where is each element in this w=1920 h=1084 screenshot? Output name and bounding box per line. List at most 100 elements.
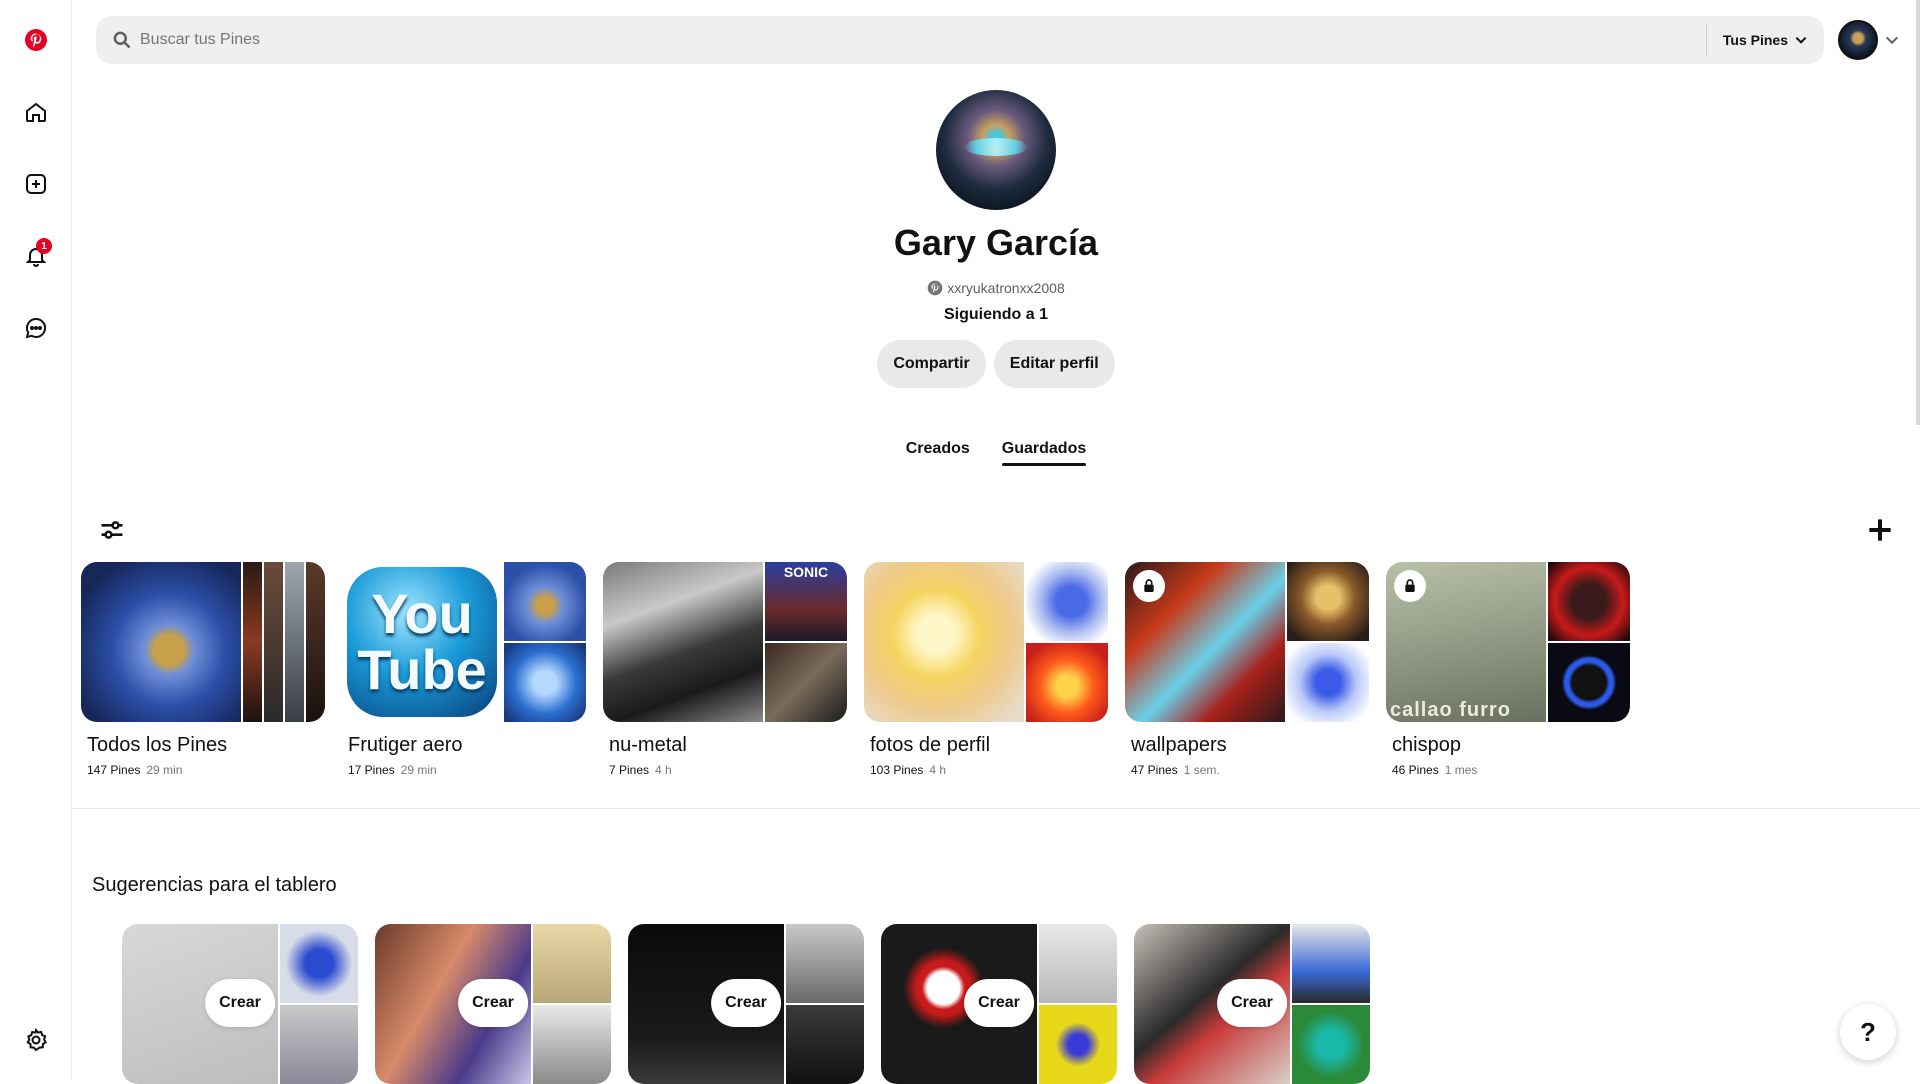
board-title: nu-metal xyxy=(609,734,687,756)
board-cover-image xyxy=(603,562,763,722)
create-board-button[interactable]: Crear xyxy=(711,979,781,1027)
board-cover: SONIC xyxy=(603,562,847,722)
board-updated-time: 4 h xyxy=(929,763,947,777)
private-lock-icon xyxy=(1394,570,1426,602)
board-cover xyxy=(1125,562,1369,722)
board-updated-time: 29 min xyxy=(146,763,183,777)
search-input[interactable] xyxy=(140,31,1706,49)
pinterest-small-icon xyxy=(927,280,943,296)
tab-created[interactable]: Creados xyxy=(906,432,970,466)
create-board-button[interactable]: Crear xyxy=(964,979,1034,1027)
board-pin-count: 7 Pines xyxy=(609,763,650,777)
section-divider xyxy=(72,808,1920,809)
private-lock-icon xyxy=(1133,570,1165,602)
board-meta: 17 Pines 29 min xyxy=(348,763,586,777)
search-bar: Tus Pines xyxy=(96,16,1824,64)
suggestions-title: Sugerencias para el tablero xyxy=(92,874,337,896)
home-icon[interactable] xyxy=(12,88,60,136)
suggestion-side xyxy=(1292,924,1370,1084)
board-cover-side xyxy=(1287,562,1369,722)
board-pin-count: 17 Pines xyxy=(348,763,395,777)
board-meta: 103 Pines 4 h xyxy=(870,763,1108,777)
board-title: Frutiger aero xyxy=(348,734,463,756)
edit-profile-button[interactable]: Editar perfil xyxy=(993,340,1115,388)
board-meta: 147 Pines 29 min xyxy=(87,763,325,777)
account-chevron-down-icon[interactable] xyxy=(1884,32,1900,48)
settings-icon[interactable] xyxy=(12,1016,60,1064)
search-icon xyxy=(113,31,131,49)
cover-callao-text: callao furro xyxy=(1390,699,1511,721)
boards-grid: Todos los Pines 147 Pines 29 min You Tube… xyxy=(81,562,1630,777)
board-card[interactable]: wallpapers 47 Pines 1 sem. xyxy=(1125,562,1369,777)
board-card[interactable]: SONIC nu-metal 7 Pines 4 h xyxy=(603,562,847,777)
board-card[interactable]: fotos de perfil 103 Pines 4 h xyxy=(864,562,1108,777)
board-cover-image xyxy=(864,562,1024,722)
board-pin-count: 103 Pines xyxy=(870,763,924,777)
create-board-button[interactable]: Crear xyxy=(205,979,275,1027)
suggestion-card[interactable]: Crear xyxy=(628,924,864,1084)
board-pin-count: 147 Pines xyxy=(87,763,141,777)
create-board-button[interactable]: Crear xyxy=(1217,979,1287,1027)
board-updated-time: 4 h xyxy=(655,763,672,777)
create-icon[interactable] xyxy=(12,160,60,208)
notification-badge: 1 xyxy=(36,238,52,254)
share-button[interactable]: Compartir xyxy=(877,340,986,388)
board-card[interactable]: callao furro chispop 46 Pines 1 mes xyxy=(1386,562,1630,777)
pins-scope-label: Tus Pines xyxy=(1722,32,1788,48)
pins-scope-dropdown[interactable]: Tus Pines xyxy=(1723,32,1808,48)
board-title: fotos de perfil xyxy=(870,734,991,756)
account-avatar[interactable] xyxy=(1838,20,1878,60)
board-cover-image xyxy=(81,562,241,722)
profile-handle: xxryukatronxx2008 xyxy=(947,280,1065,296)
board-title: Todos los Pines xyxy=(87,734,228,756)
board-cover xyxy=(864,562,1108,722)
cover-sonic-text: SONIC xyxy=(783,564,829,580)
board-title: chispop xyxy=(1392,734,1461,756)
board-suggestions: Crear Crear Crear Crear Crear xyxy=(122,924,1370,1084)
board-pin-count: 47 Pines xyxy=(1131,763,1178,777)
messages-icon[interactable] xyxy=(12,304,60,352)
board-pin-count: 46 Pines xyxy=(1392,763,1439,777)
board-card[interactable]: You Tube Frutiger aero 17 Pines 29 min xyxy=(342,562,586,777)
profile-handle-row: xxryukatronxx2008 xyxy=(72,280,1920,296)
suggestion-side xyxy=(280,924,358,1084)
search-divider xyxy=(1705,23,1707,57)
profile-actions: Compartir Editar perfil xyxy=(72,340,1920,388)
board-cover xyxy=(81,562,325,722)
board-cover-side: SONIC xyxy=(765,562,847,722)
profile-avatar xyxy=(936,90,1056,210)
board-cover-strips xyxy=(243,562,325,722)
pinterest-logo-icon[interactable] xyxy=(12,16,60,64)
suggestion-card[interactable]: Crear xyxy=(1134,924,1370,1084)
help-button[interactable]: ? xyxy=(1840,1004,1896,1060)
board-cover: callao furro xyxy=(1386,562,1630,722)
board-title: wallpapers xyxy=(1131,734,1227,756)
youtube-logo-image: You Tube xyxy=(347,567,497,717)
suggestion-card[interactable]: Crear xyxy=(122,924,358,1084)
board-meta: 7 Pines 4 h xyxy=(609,763,847,777)
create-board-button[interactable]: Crear xyxy=(458,979,528,1027)
board-updated-time: 1 sem. xyxy=(1183,763,1220,777)
profile-header: Gary García xxryukatronxx2008 Siguiendo … xyxy=(72,90,1920,466)
suggestion-side xyxy=(533,924,611,1084)
board-cover-side xyxy=(1548,562,1630,722)
filter-sliders-icon[interactable] xyxy=(98,516,126,544)
notifications-icon[interactable]: 1 xyxy=(12,232,60,280)
tab-saved[interactable]: Guardados xyxy=(1001,432,1087,466)
board-cover-side xyxy=(1026,562,1108,722)
board-updated-time: 1 mes xyxy=(1444,763,1478,777)
chevron-down-icon xyxy=(1795,36,1807,44)
suggestion-side xyxy=(786,924,864,1084)
board-updated-time: 29 min xyxy=(400,763,437,777)
suggestion-card[interactable]: Crear xyxy=(881,924,1117,1084)
add-board-plus-icon[interactable] xyxy=(1864,514,1896,546)
board-meta: 46 Pines 1 mes xyxy=(1392,763,1630,777)
board-meta: 47 Pines 1 sem. xyxy=(1131,763,1369,777)
following-count[interactable]: Siguiendo a 1 xyxy=(72,306,1920,324)
board-card[interactable]: Todos los Pines 147 Pines 29 min xyxy=(81,562,325,777)
suggestion-card[interactable]: Crear xyxy=(375,924,611,1084)
suggestion-side xyxy=(1039,924,1117,1084)
profile-tabs: Creados Guardados xyxy=(72,432,1920,466)
board-cover: You Tube xyxy=(342,562,586,722)
board-cover-side xyxy=(504,562,586,722)
